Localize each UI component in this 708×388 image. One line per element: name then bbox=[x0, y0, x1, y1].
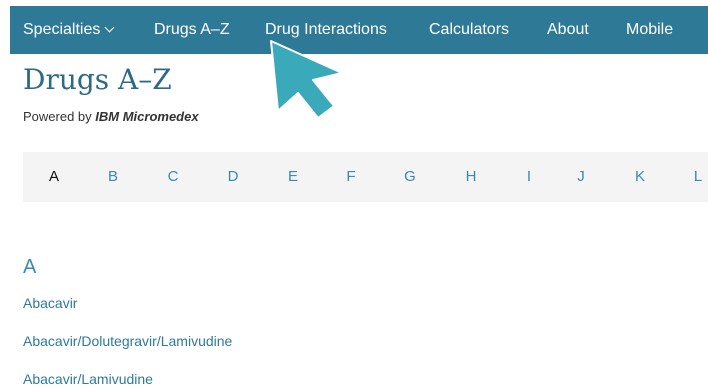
page-title: Drugs A–Z bbox=[23, 63, 172, 96]
powered-by-brand: IBM Micromedex bbox=[95, 109, 199, 124]
letter-d[interactable]: D bbox=[228, 152, 239, 202]
powered-by-prefix: Powered by bbox=[23, 109, 92, 124]
letter-h[interactable]: H bbox=[466, 152, 477, 202]
nav-item-specialties[interactable]: Specialties bbox=[23, 6, 115, 54]
letter-e[interactable]: E bbox=[288, 152, 298, 202]
nav-item-calculators[interactable]: Calculators bbox=[429, 6, 509, 54]
top-navigation-bar: Specialties Drugs A–Z Drug Interactions … bbox=[10, 6, 708, 54]
nav-item-specialties-label: Specialties bbox=[23, 21, 101, 38]
powered-by-credit: Powered by IBM Micromedex bbox=[23, 108, 199, 126]
alphabet-filter-bar: A B C D E F G H I J K L bbox=[23, 152, 708, 202]
letter-l[interactable]: L bbox=[694, 152, 702, 202]
letter-c[interactable]: C bbox=[168, 152, 179, 202]
letter-f[interactable]: F bbox=[346, 152, 355, 202]
letter-b[interactable]: B bbox=[108, 152, 118, 202]
drug-link-abacavir[interactable]: Abacavir bbox=[23, 294, 77, 312]
cursor-arrow-icon bbox=[270, 40, 343, 119]
chevron-down-icon bbox=[104, 22, 115, 33]
letter-a[interactable]: A bbox=[49, 152, 59, 202]
drug-link-abacavir-dolutegravir-lamivudine[interactable]: Abacavir/Dolutegravir/Lamivudine bbox=[23, 332, 232, 350]
nav-item-about[interactable]: About bbox=[547, 6, 589, 54]
section-heading-a: A bbox=[23, 256, 37, 278]
nav-item-mobile[interactable]: Mobile bbox=[626, 6, 673, 54]
page: Specialties Drugs A–Z Drug Interactions … bbox=[0, 0, 708, 388]
letter-k[interactable]: K bbox=[635, 152, 645, 202]
letter-g[interactable]: G bbox=[404, 152, 416, 202]
nav-item-drugs-az[interactable]: Drugs A–Z bbox=[154, 6, 230, 54]
letter-i[interactable]: I bbox=[527, 152, 531, 202]
drug-link-abacavir-lamivudine[interactable]: Abacavir/Lamivudine bbox=[23, 370, 153, 388]
letter-j[interactable]: J bbox=[577, 152, 585, 202]
